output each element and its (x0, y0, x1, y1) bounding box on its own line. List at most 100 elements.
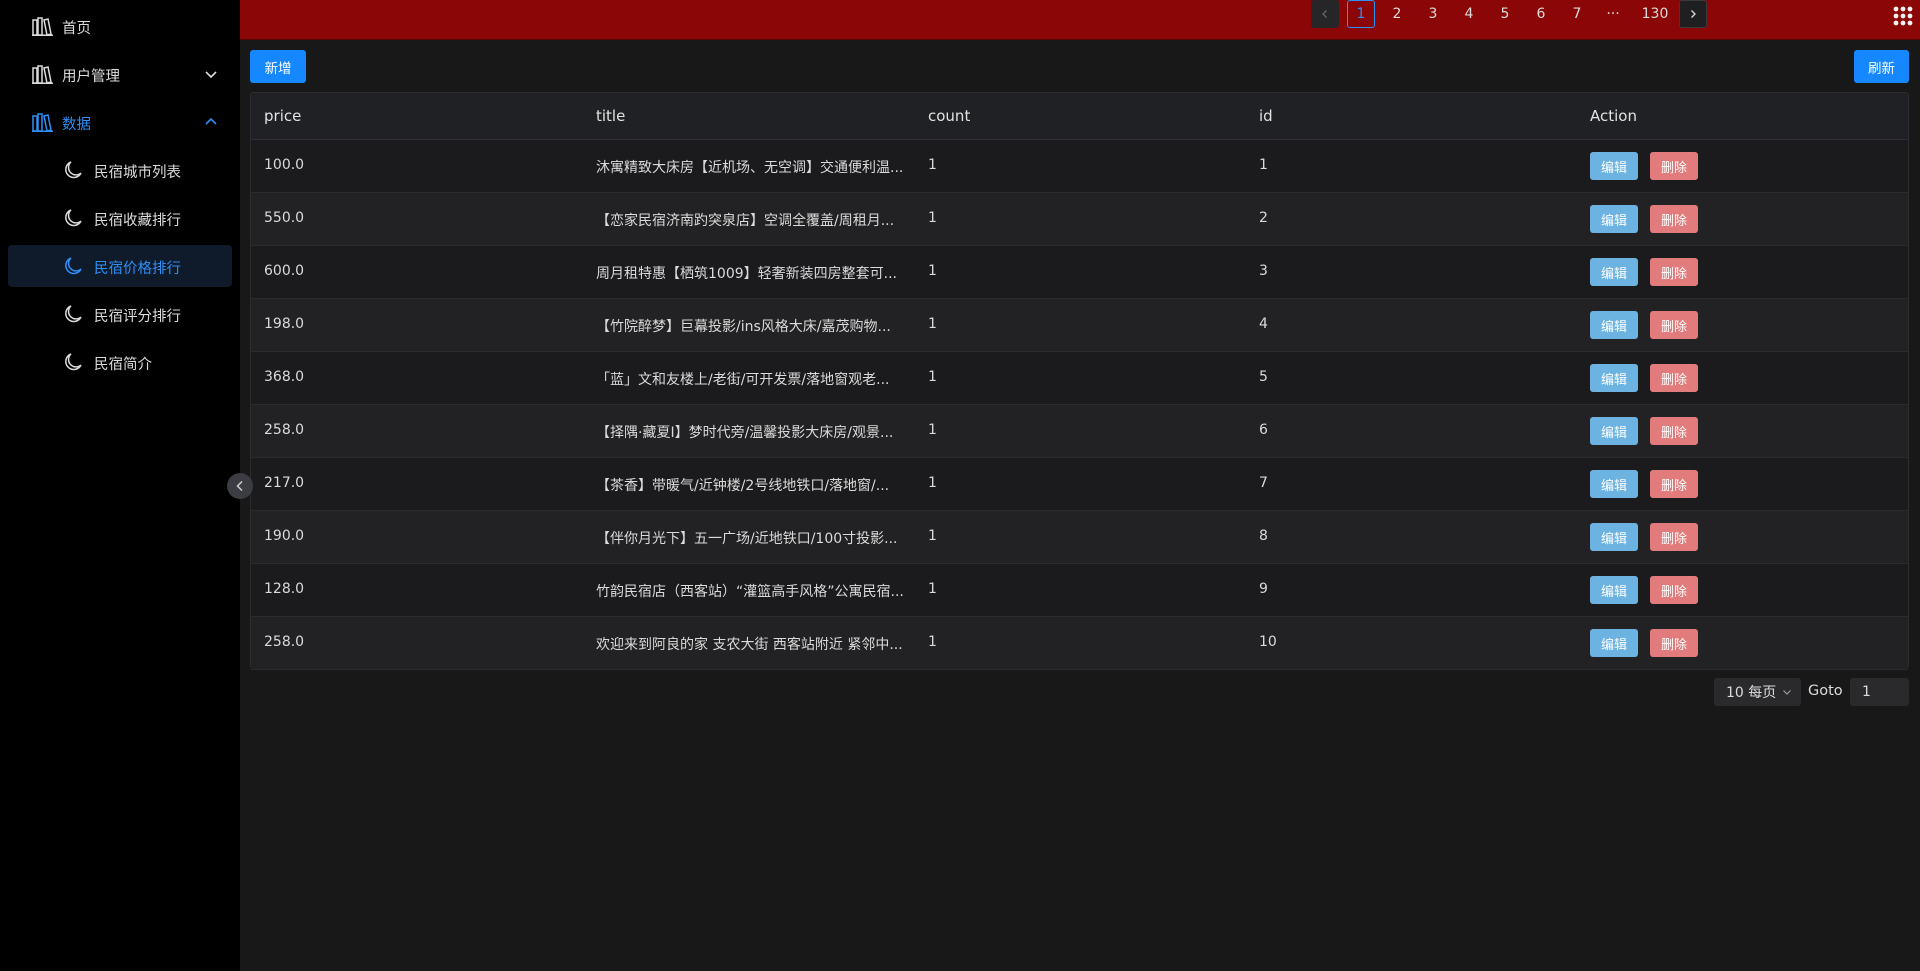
library-icon (32, 17, 53, 36)
cell-id: 9 (1259, 581, 1268, 597)
edit-button[interactable]: 编辑 (1590, 152, 1638, 180)
sidebar-subitem-city-list[interactable]: 民宿城市列表 (8, 149, 232, 191)
delete-button[interactable]: 删除 (1650, 629, 1698, 657)
cell-count: 1 (928, 581, 937, 597)
delete-button[interactable]: 删除 (1650, 470, 1698, 498)
page-number[interactable]: 2 (1383, 0, 1411, 28)
table-row: 258.0 【择隅·藏夏Ⅰ】梦时代旁/温馨投影大床房/观景... 1 6 编辑 删除 (251, 405, 1908, 458)
library-icon (32, 65, 53, 84)
column-header-price: price (264, 107, 302, 125)
column-header-title: title (596, 107, 626, 125)
add-button[interactable]: 新增 (250, 50, 306, 83)
moon-icon (65, 353, 82, 371)
page-size-select[interactable]: 10 每页 (1714, 678, 1801, 706)
cell-price: 100.0 (264, 157, 305, 173)
sidebar-subitem-label: 民宿评分排行 (94, 309, 181, 325)
edit-button[interactable]: 编辑 (1590, 576, 1638, 604)
sidebar-item-label: 数据 (62, 117, 91, 133)
library-icon (32, 113, 53, 132)
page-number[interactable]: 5 (1491, 0, 1519, 28)
delete-button[interactable]: 删除 (1650, 258, 1698, 286)
table-row: 600.0 周月租特惠【栖筑1009】轻奢新装四房整套可... 1 3 编辑 删除 (251, 246, 1908, 299)
cell-id: 6 (1259, 422, 1268, 438)
delete-button[interactable]: 删除 (1650, 152, 1698, 180)
cell-id: 10 (1259, 634, 1277, 650)
sidebar-item-label: 首页 (62, 21, 91, 37)
goto-page-input[interactable] (1850, 678, 1909, 706)
cell-id: 3 (1259, 263, 1268, 279)
cell-id: 8 (1259, 528, 1268, 544)
sidebar-item-home[interactable]: 首页 (8, 5, 232, 47)
delete-button[interactable]: 删除 (1650, 364, 1698, 392)
sidebar-item-user-management[interactable]: 用户管理 (8, 53, 232, 95)
next-page-button[interactable] (1679, 0, 1707, 28)
cell-count: 1 (928, 316, 937, 332)
column-header-action: Action (1590, 107, 1637, 125)
cell-id: 7 (1259, 475, 1268, 491)
cell-price: 190.0 (264, 528, 305, 544)
edit-button[interactable]: 编辑 (1590, 364, 1638, 392)
chevron-down-icon (205, 71, 217, 79)
cell-count: 1 (928, 634, 937, 650)
page-number[interactable]: 7 (1563, 0, 1591, 28)
cell-price: 217.0 (264, 475, 305, 491)
delete-button[interactable]: 删除 (1650, 417, 1698, 445)
table-row: 190.0 【伴你月光下】五一广场/近地铁口/100寸投影... 1 8 编辑 删除 (251, 511, 1908, 564)
cell-title: 欢迎来到阿良的家 支农大街 西客站附近 紧邻中... (596, 637, 903, 653)
delete-button[interactable]: 删除 (1650, 311, 1698, 339)
edit-button[interactable]: 编辑 (1590, 417, 1638, 445)
sidebar-subitem-price-ranking[interactable]: 民宿价格排行 (8, 245, 232, 287)
cell-count: 1 (928, 263, 937, 279)
moon-icon (65, 257, 82, 275)
cell-price: 600.0 (264, 263, 305, 279)
sidebar-item-data[interactable]: 数据 (8, 101, 232, 143)
cell-title: 沐寓精致大床房【近机场、无空调】交通便利温... (596, 160, 904, 176)
prev-page-button[interactable] (1311, 0, 1339, 28)
delete-button[interactable]: 删除 (1650, 523, 1698, 551)
refresh-button[interactable]: 刷新 (1854, 50, 1909, 83)
table-row: 198.0 【竹院醉梦】巨幕投影/ins风格大床/嘉茂购物... 1 4 编辑 删除 (251, 299, 1908, 352)
cell-price: 550.0 (264, 210, 305, 226)
cell-price: 368.0 (264, 369, 305, 385)
sidebar-subitem-introduction[interactable]: 民宿简介 (8, 341, 232, 383)
apps-grid-icon[interactable] (1892, 5, 1914, 27)
page-number[interactable]: 1 (1347, 0, 1375, 28)
cell-title: 周月租特惠【栖筑1009】轻奢新装四房整套可... (596, 266, 897, 282)
cell-title: 【伴你月光下】五一广场/近地铁口/100寸投影... (596, 531, 898, 547)
pagination-ellipsis[interactable]: ··· (1599, 0, 1627, 28)
page-size-value: 10 每页 (1726, 685, 1777, 701)
edit-button[interactable]: 编辑 (1590, 311, 1638, 339)
edit-button[interactable]: 编辑 (1590, 258, 1638, 286)
sidebar-subitem-favorites-ranking[interactable]: 民宿收藏排行 (8, 197, 232, 239)
delete-button[interactable]: 删除 (1650, 205, 1698, 233)
sidebar-item-label: 用户管理 (62, 69, 120, 85)
moon-icon (65, 161, 82, 179)
table-row: 368.0 「蓝」文和友楼上/老街/可开发票/落地窗观老... 1 5 编辑 删除 (251, 352, 1908, 405)
table-row: 100.0 沐寓精致大床房【近机场、无空调】交通便利温... 1 1 编辑 删除 (251, 140, 1908, 193)
delete-button[interactable]: 删除 (1650, 576, 1698, 604)
page-number[interactable]: 4 (1455, 0, 1483, 28)
edit-button[interactable]: 编辑 (1590, 523, 1638, 551)
sidebar-subitem-rating-ranking[interactable]: 民宿评分排行 (8, 293, 232, 335)
cell-id: 5 (1259, 369, 1268, 385)
column-header-id: id (1259, 107, 1273, 125)
moon-icon (65, 209, 82, 227)
cell-id: 4 (1259, 316, 1268, 332)
cell-count: 1 (928, 422, 937, 438)
edit-button[interactable]: 编辑 (1590, 629, 1638, 657)
chevron-left-icon (1322, 10, 1327, 18)
cell-title: 【恋家民宿济南趵突泉店】空调全覆盖/周租月... (596, 213, 895, 229)
edit-button[interactable]: 编辑 (1590, 470, 1638, 498)
chevron-left-icon (236, 480, 243, 492)
sidebar: 首页 用户管理 数据 民宿城市列表 民宿收藏排行 民宿价格排行 民宿评分排行 民… (0, 0, 240, 971)
data-table: price title count id Action 100.0 沐寓精致大床房… (250, 92, 1909, 670)
page-number[interactable]: 6 (1527, 0, 1555, 28)
moon-icon (65, 305, 82, 323)
page-number[interactable]: 3 (1419, 0, 1447, 28)
table-header: price title count id Action (251, 93, 1908, 140)
edit-button[interactable]: 编辑 (1590, 205, 1638, 233)
sidebar-subitem-label: 民宿城市列表 (94, 165, 181, 181)
cell-id: 2 (1259, 210, 1268, 226)
page-number[interactable]: 130 (1635, 0, 1675, 28)
sidebar-collapse-button[interactable] (227, 473, 253, 499)
